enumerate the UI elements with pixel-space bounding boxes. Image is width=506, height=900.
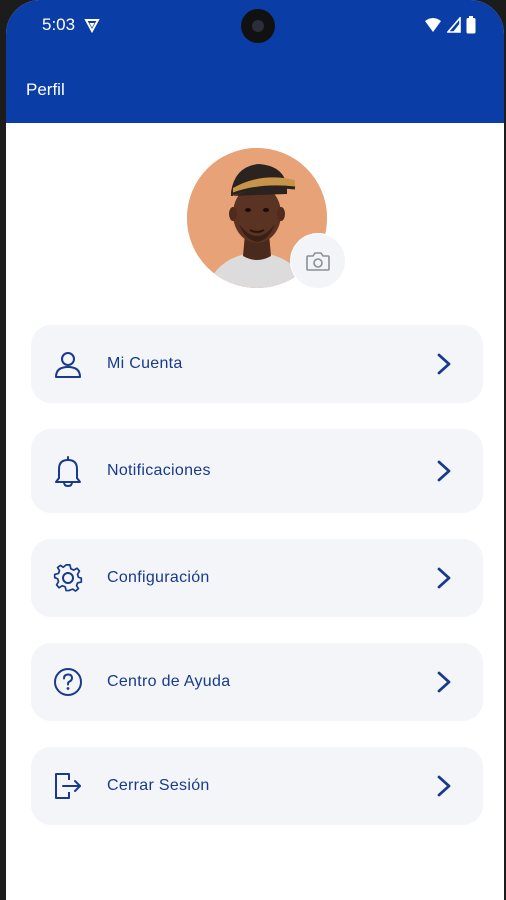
gear-icon — [53, 563, 83, 593]
menu-label: Centro de Ayuda — [107, 673, 231, 690]
front-camera — [241, 9, 275, 43]
chevron-right-icon — [437, 671, 451, 693]
status-time: 5:03 — [42, 15, 76, 34]
menu-item-centro-de-ayuda[interactable]: Centro de Ayuda — [31, 643, 483, 721]
logout-icon — [53, 771, 83, 801]
screen: 5:03 Perfil Mi Cuenta Notificaciones Con… — [6, 0, 504, 900]
page-title: Perfil — [26, 80, 65, 99]
status-bar: 5:03 — [6, 0, 504, 52]
vpn-icon — [84, 19, 100, 33]
help-icon — [53, 667, 83, 697]
menu-item-notificaciones[interactable]: Notificaciones — [31, 429, 483, 513]
menu-label: Configuración — [107, 569, 210, 586]
chevron-right-icon — [437, 775, 451, 797]
menu-item-configuracion[interactable]: Configuración — [31, 539, 483, 617]
camera-icon — [306, 252, 330, 271]
chevron-right-icon — [437, 353, 451, 375]
battery-icon — [466, 16, 476, 34]
phone-frame: 5:03 Perfil Mi Cuenta Notificaciones Con… — [0, 0, 506, 900]
menu-label: Notificaciones — [107, 462, 211, 479]
change-photo-button[interactable] — [291, 234, 345, 288]
bell-icon — [53, 456, 83, 488]
menu-label: Mi Cuenta — [107, 355, 183, 372]
wifi-icon — [425, 18, 441, 32]
chevron-right-icon — [437, 567, 451, 589]
profile-menu: Mi Cuenta Notificaciones Configuración C… — [31, 325, 483, 851]
menu-item-cerrar-sesion[interactable]: Cerrar Sesión — [31, 747, 483, 825]
menu-item-mi-cuenta[interactable]: Mi Cuenta — [31, 325, 483, 403]
chevron-right-icon — [437, 460, 451, 482]
signal-icon — [447, 17, 461, 33]
menu-label: Cerrar Sesión — [107, 777, 210, 794]
app-bar: 5:03 Perfil — [6, 0, 504, 123]
profile-avatar-wrap — [187, 148, 345, 290]
status-icons — [424, 16, 476, 34]
user-icon — [53, 349, 83, 379]
